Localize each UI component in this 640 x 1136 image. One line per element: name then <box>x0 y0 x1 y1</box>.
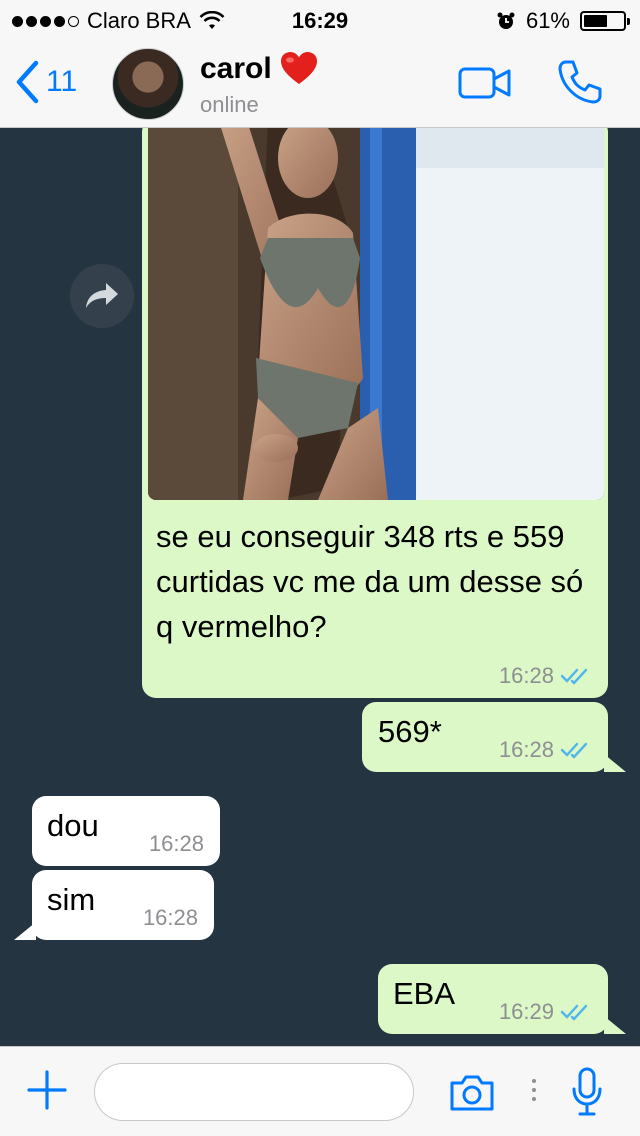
message-input-bar <box>0 1046 640 1136</box>
chat-header: 11 carol online <box>0 40 640 128</box>
message-meta: 16:28 <box>499 664 590 688</box>
message-bubble-incoming[interactable]: sim 16:28 <box>32 870 214 940</box>
message-text: dou <box>47 808 99 843</box>
contact-status: online <box>200 92 259 117</box>
status-right: 61% <box>496 8 630 34</box>
battery-fill <box>584 15 608 27</box>
chat-thread[interactable]: se eu conseguir 348 rts e 559 curtidas v… <box>0 128 640 1046</box>
message-photo[interactable] <box>148 128 604 500</box>
camera-icon[interactable] <box>448 1073 496 1113</box>
message-bubble-outgoing[interactable]: EBA 16:29 <box>378 964 608 1034</box>
message-time: 16:28 <box>148 831 204 856</box>
message-meta: 16:29 <box>499 1000 590 1024</box>
photo-image <box>148 128 604 500</box>
message-bubble-outgoing[interactable]: se eu conseguir 348 rts e 559 curtidas v… <box>142 128 608 698</box>
bubble-tail <box>14 922 36 940</box>
message-time: 16:29 <box>498 999 554 1024</box>
battery-percent: 61% <box>525 8 570 33</box>
read-ticks-icon <box>560 668 588 685</box>
bubble-tail <box>604 1016 626 1034</box>
separator-dots <box>532 1079 536 1101</box>
message-time: 16:28 <box>142 905 198 930</box>
video-call-icon[interactable] <box>458 66 512 100</box>
message-bubble-incoming[interactable]: dou 16:28 <box>32 796 220 866</box>
message-text: sim <box>47 882 96 917</box>
message-time: 16:28 <box>498 663 554 688</box>
message-text: 569* <box>378 714 442 749</box>
message-text: se eu conseguir 348 rts e 559 curtidas v… <box>156 519 584 644</box>
forward-arrow-icon <box>86 283 118 308</box>
read-ticks-icon <box>560 1004 588 1021</box>
microphone-icon[interactable] <box>570 1067 604 1117</box>
forward-button[interactable] <box>70 264 134 328</box>
message-input[interactable] <box>94 1063 414 1121</box>
bubble-tail <box>604 754 626 772</box>
alarm-icon <box>497 12 515 29</box>
phone-call-icon[interactable] <box>556 58 604 106</box>
read-ticks-icon <box>560 742 588 759</box>
avatar[interactable] <box>112 48 184 120</box>
message-bubble-outgoing[interactable]: 569* 16:28 <box>362 702 608 772</box>
plus-icon[interactable] <box>26 1069 68 1111</box>
back-unread-count: 11 <box>46 65 78 98</box>
back-chevron-icon <box>16 60 39 104</box>
message-time: 16:28 <box>498 737 554 762</box>
back-button[interactable]: 11 <box>14 60 77 104</box>
message-meta: 16:28 <box>149 832 204 856</box>
battery-icon <box>580 11 630 31</box>
heart-emoji-icon <box>280 52 317 84</box>
contact-name[interactable]: carol <box>200 52 318 86</box>
message-text: EBA <box>393 976 456 1011</box>
message-meta: 16:28 <box>499 738 590 762</box>
message-meta: 16:28 <box>143 906 198 930</box>
status-bar: Claro BRA 16:29 61% <box>0 0 640 40</box>
contact-name-text: carol <box>200 52 272 85</box>
